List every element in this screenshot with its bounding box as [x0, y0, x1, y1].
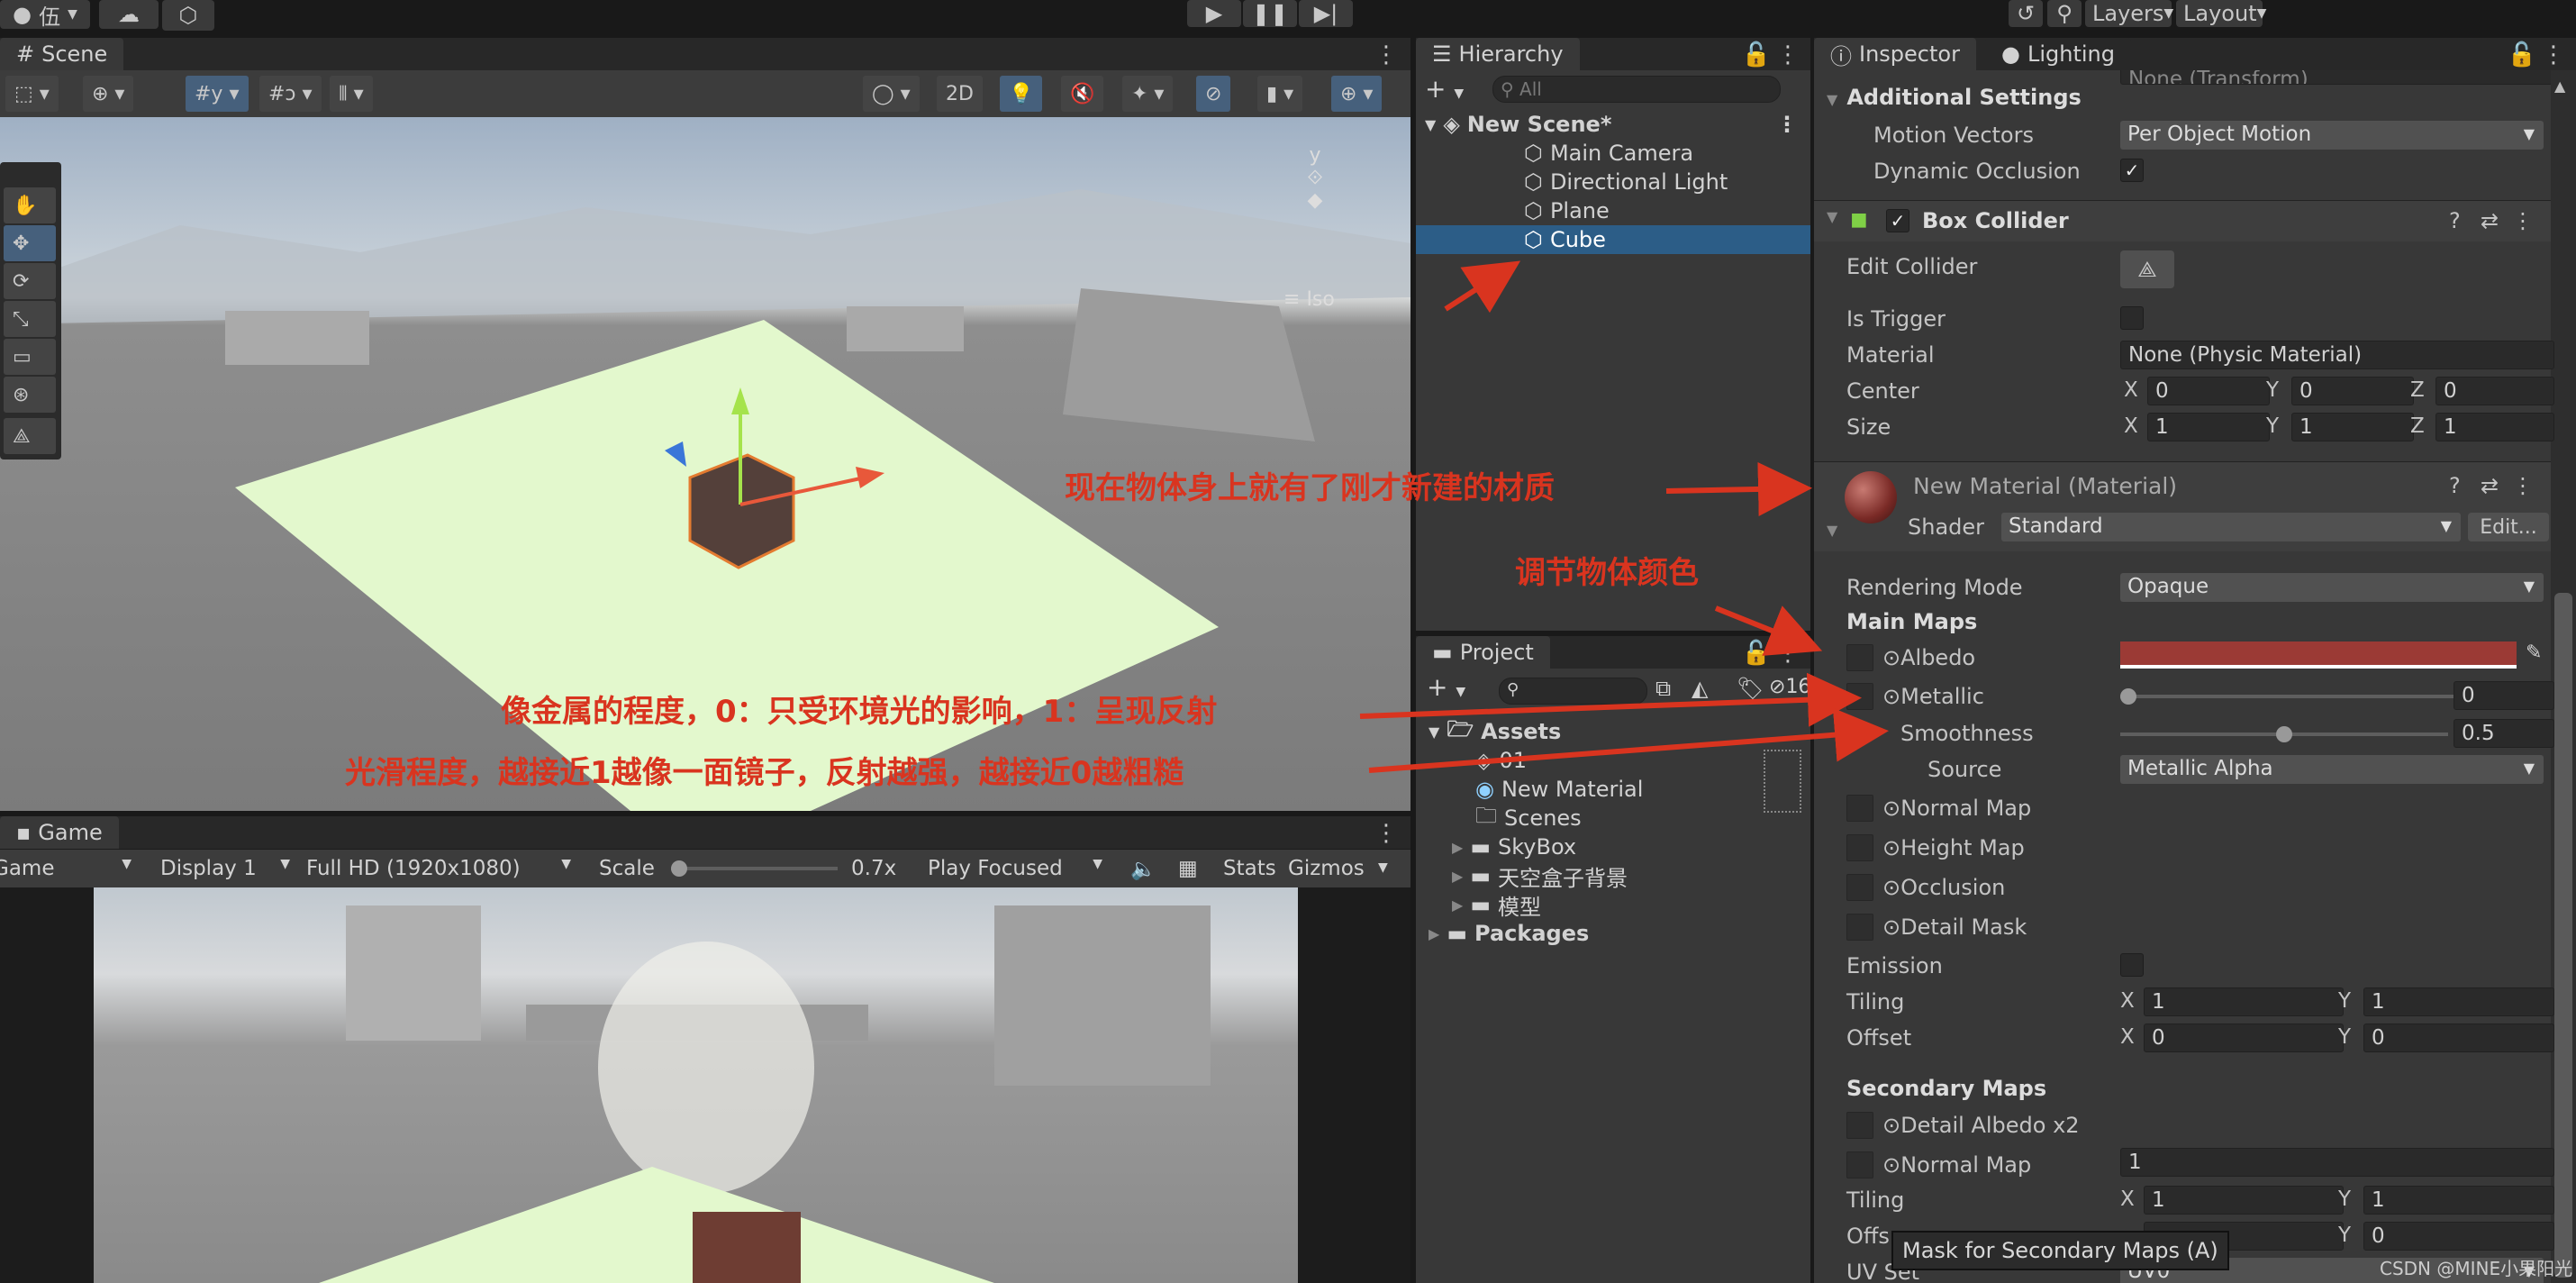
arrow — [1368, 707, 1889, 773]
annotation-metallic: 像金属的程度，0：只受环境光的影响，1：呈现反射 — [501, 694, 1218, 730]
arrow — [1665, 461, 1812, 516]
annotation-albedo: 调节物体颜色 — [1515, 555, 1699, 591]
inspector-tabbar: ⓘ Inspector ● Lighting 🔓 ⋮ — [1814, 38, 2576, 70]
tab-inspector[interactable]: ⓘ Inspector — [1814, 38, 1976, 70]
info-icon: ⓘ — [1830, 43, 1852, 69]
annotation-material-applied: 现在物体身上就有了刚才新建的材质 — [1065, 470, 1555, 506]
arrow — [1359, 672, 1862, 727]
more-icon[interactable]: ⋮ — [2542, 41, 2565, 68]
light-bulb-icon: ● — [2001, 41, 2020, 67]
arrow — [1714, 605, 1823, 656]
lock-icon[interactable]: 🔓 — [2508, 41, 2536, 68]
annotation-smoothness: 光滑程度，越接近1越像一面镜子，反射越强，越接近0越粗糙 — [345, 755, 1184, 791]
tab-lighting[interactable]: ● Lighting — [1985, 38, 2131, 70]
annotation-arrows — [1359, 260, 1889, 773]
arrow — [1444, 260, 1521, 314]
